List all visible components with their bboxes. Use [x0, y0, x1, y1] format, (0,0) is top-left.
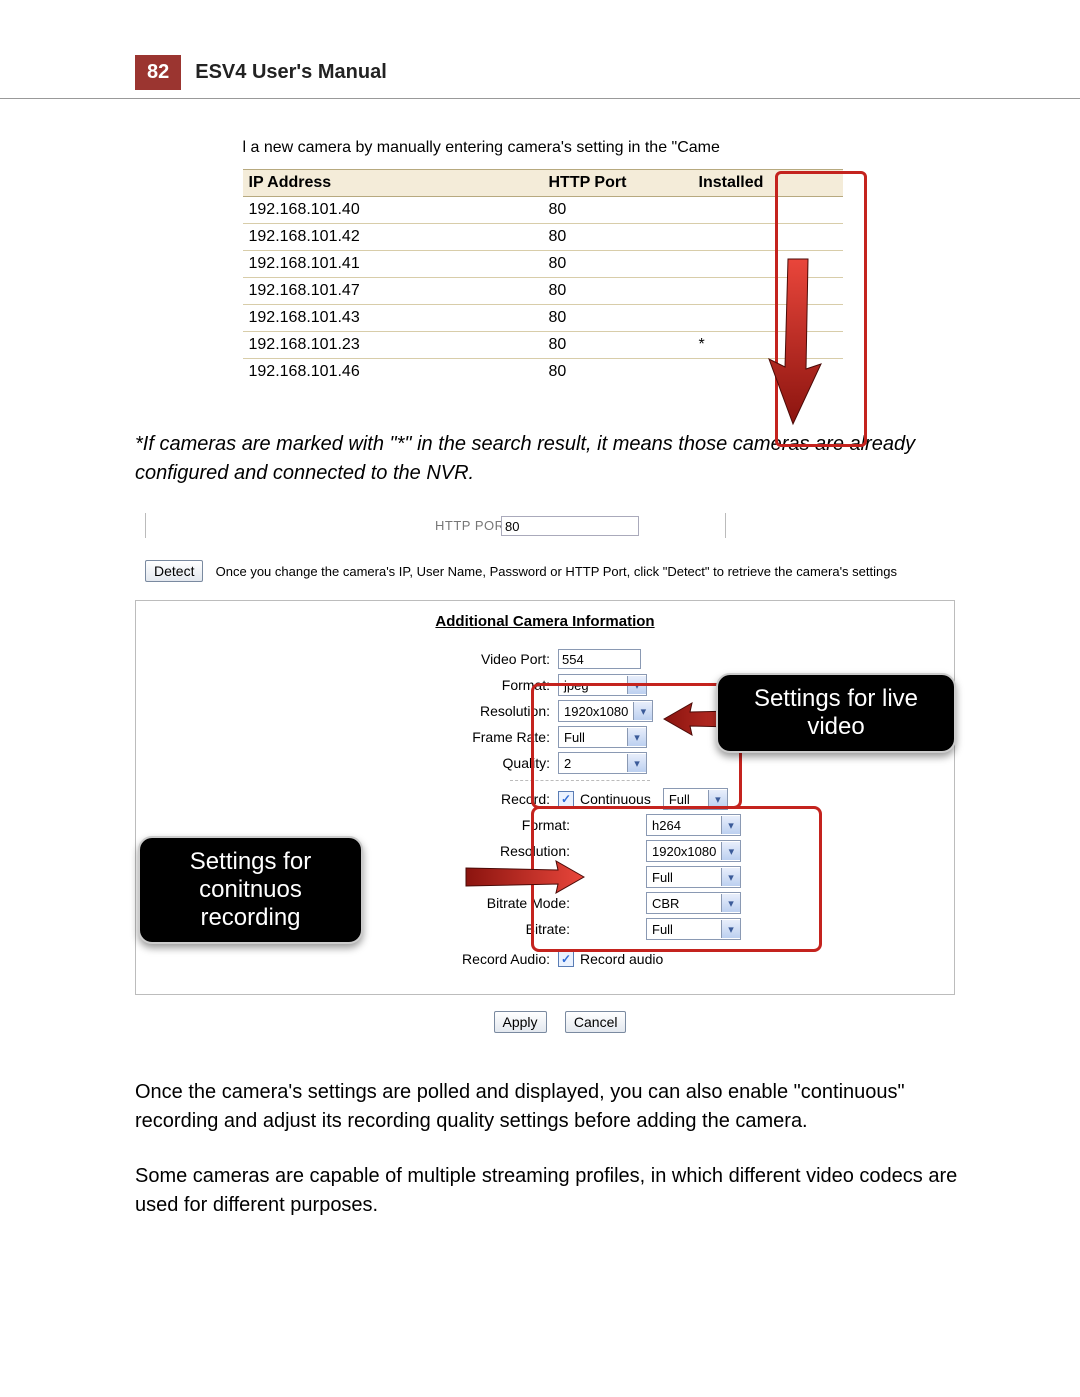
camera-table-caption: l a new camera by manually entering came…: [243, 139, 863, 157]
cancel-button[interactable]: Cancel: [565, 1011, 627, 1033]
frame-rate-select[interactable]: Full▾: [558, 726, 647, 748]
format-label: Format:: [150, 677, 558, 693]
chevron-down-icon: ▾: [627, 676, 646, 694]
chevron-down-icon: ▾: [721, 920, 740, 938]
camera-table: IP Address HTTP Port Installed 192.168.1…: [243, 169, 843, 385]
table-header-row: IP Address HTTP Port Installed: [243, 170, 843, 197]
quality-select[interactable]: 2▾: [558, 752, 647, 774]
callout-live-settings: Settings for live video: [716, 673, 956, 753]
rec-format-select[interactable]: h264▾: [646, 814, 741, 836]
table-row[interactable]: 192.168.101.4680: [243, 359, 843, 386]
table-row[interactable]: 192.168.101.4280: [243, 224, 843, 251]
header-divider: [0, 98, 1080, 99]
table-row[interactable]: 192.168.101.4180: [243, 251, 843, 278]
screenshot-settings-panel: HTTP Port: Detect Once you change the ca…: [135, 518, 985, 1033]
chevron-down-icon: ▾: [721, 868, 740, 886]
page-number: 82: [135, 55, 181, 90]
rec-bitrate-select[interactable]: Full▾: [646, 918, 741, 940]
col-installed: Installed: [693, 170, 843, 197]
rec-format-label: Format:: [150, 817, 578, 833]
panel-title: Additional Camera Information: [150, 613, 940, 630]
resolution-select[interactable]: 1920x1080▾: [558, 700, 653, 722]
additional-camera-info-panel: Additional Camera Information Video Port…: [135, 600, 955, 995]
detect-help-text: Once you change the camera's IP, User Na…: [216, 564, 897, 579]
apply-button[interactable]: Apply: [494, 1011, 547, 1033]
col-http-port: HTTP Port: [543, 170, 693, 197]
chevron-down-icon: ▾: [627, 728, 646, 746]
video-port-input[interactable]: [558, 649, 641, 669]
resolution-label: Resolution:: [150, 703, 558, 719]
record-label: Record:: [150, 791, 558, 807]
table-row[interactable]: 192.168.101.4080: [243, 197, 843, 224]
callout-record-settings: Settings for conitnuos recording: [138, 836, 363, 944]
record-audio-label: Record Audio:: [150, 951, 558, 967]
chevron-down-icon: ▾: [627, 754, 646, 772]
col-ip: IP Address: [243, 170, 543, 197]
body-paragraph-1: Once the camera's settings are polled an…: [135, 1078, 970, 1136]
table-row[interactable]: 192.168.101.2380*: [243, 332, 843, 359]
record-preset-select[interactable]: Full▾: [663, 788, 728, 810]
format-select[interactable]: jpeg▾: [558, 674, 647, 696]
chevron-down-icon: ▾: [721, 816, 740, 834]
body-paragraph-2: Some cameras are capable of multiple str…: [135, 1162, 970, 1220]
table-row[interactable]: 192.168.101.4380: [243, 305, 843, 332]
screenshot-camera-table: l a new camera by manually entering came…: [243, 139, 863, 385]
quality-label: Quality:: [150, 755, 558, 771]
asterisk-note: *If cameras are marked with "*" in the s…: [135, 430, 970, 488]
detect-button[interactable]: Detect: [145, 560, 203, 582]
rec-frame-rate-select[interactable]: Full▾: [646, 866, 741, 888]
check-icon: ✓: [558, 791, 574, 807]
frame-rate-label: Frame Rate:: [150, 729, 558, 745]
page-header: 82 ESV4 User's Manual: [135, 55, 970, 90]
rec-bitrate-mode-select[interactable]: CBR▾: [646, 892, 741, 914]
chevron-down-icon: ▾: [633, 702, 652, 720]
rec-resolution-select[interactable]: 1920x1080▾: [646, 840, 741, 862]
record-audio-text: Record audio: [580, 951, 663, 967]
chevron-down-icon: ▾: [721, 842, 740, 860]
continuous-checkbox[interactable]: ✓ Continuous: [558, 791, 651, 807]
chevron-down-icon: ▾: [721, 894, 740, 912]
record-audio-checkbox[interactable]: ✓ Record audio: [558, 951, 663, 967]
http-port-input[interactable]: [501, 516, 639, 536]
table-row[interactable]: 192.168.101.4780: [243, 278, 843, 305]
check-icon: ✓: [558, 951, 574, 967]
page-title: ESV4 User's Manual: [181, 55, 401, 90]
http-port-fragment: HTTP Port:: [145, 518, 985, 548]
continuous-label: Continuous: [580, 791, 651, 807]
video-port-label: Video Port:: [150, 651, 558, 667]
chevron-down-icon: ▾: [708, 790, 727, 808]
